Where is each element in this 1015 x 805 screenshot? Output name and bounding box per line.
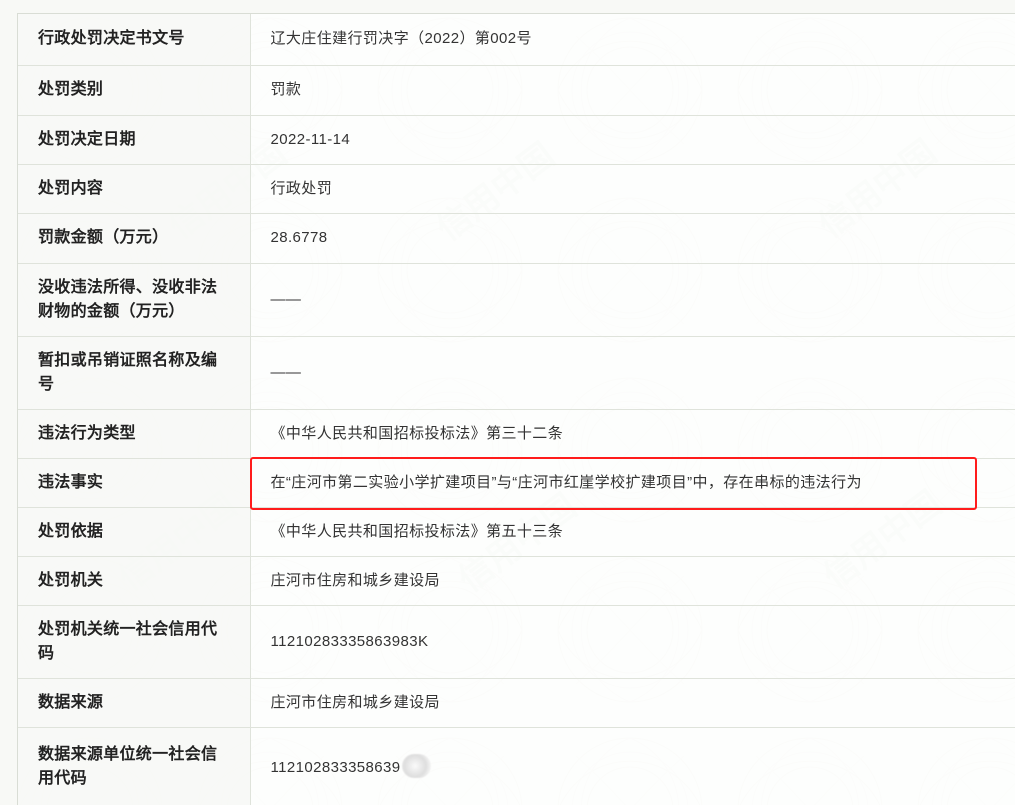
table-row: 处罚类别 罚款	[18, 65, 1015, 116]
table-row: 处罚机关 庄河市住房和城乡建设局	[18, 556, 1015, 606]
row-value: 28.6778	[250, 213, 1015, 264]
row-value: 庄河市住房和城乡建设局	[250, 556, 1015, 606]
table-row: 数据来源 庄河市住房和城乡建设局	[18, 678, 1015, 728]
row-value: 在“庄河市第二实验小学扩建项目”与“庄河市红崖学校扩建项目”中，存在串标的违法行…	[250, 458, 1015, 508]
credit-record-page: 信用中国 信用中国 信用中国 信用中国 信用中国 信用中国 行政处罚决定书文号 …	[0, 0, 1015, 805]
table-row: 行政处罚决定书文号 辽大庄住建行罚决字（2022）第002号	[18, 14, 1015, 66]
row-label: 数据来源	[18, 678, 251, 728]
row-label: 数据来源单位统一社会信用代码	[18, 727, 251, 805]
row-label: 处罚依据	[18, 507, 251, 557]
row-label: 处罚类别	[18, 65, 251, 116]
row-value: 罚款	[250, 65, 1015, 116]
credit-code-value: 112102833358639	[270, 758, 401, 776]
row-value: 2022-11-14	[250, 115, 1015, 165]
row-label: 没收违法所得、没收非法财物的金额（万元）	[18, 263, 251, 337]
row-label: 违法事实	[18, 458, 251, 508]
row-value: 11210283335863983K	[250, 605, 1015, 679]
record-detail-sheet: 行政处罚决定书文号 辽大庄住建行罚决字（2022）第002号 处罚类别 罚款 处…	[17, 13, 1015, 805]
table-row: 处罚依据 《中华人民共和国招标投标法》第五十三条	[18, 507, 1015, 557]
row-value: ——	[250, 336, 1015, 410]
row-value: ——	[250, 263, 1015, 337]
row-value: 112102833358639	[250, 727, 1015, 805]
row-value: 庄河市住房和城乡建设局	[250, 678, 1015, 728]
row-label: 处罚决定日期	[18, 115, 251, 165]
table-row: 处罚机关统一社会信用代码 11210283335863983K	[18, 605, 1015, 679]
row-label: 罚款金额（万元）	[18, 213, 251, 264]
row-label: 处罚机关	[18, 556, 251, 606]
row-label: 暂扣或吊销证照名称及编号	[18, 336, 251, 410]
table-row: 违法行为类型 《中华人民共和国招标投标法》第三十二条	[18, 409, 1015, 459]
table-row: 暂扣或吊销证照名称及编号 ——	[18, 336, 1015, 410]
row-label: 处罚机关统一社会信用代码	[18, 605, 251, 679]
row-value: 行政处罚	[250, 164, 1015, 214]
record-detail-table: 行政处罚决定书文号 辽大庄住建行罚决字（2022）第002号 处罚类别 罚款 处…	[18, 14, 1015, 805]
table-row: 没收违法所得、没收非法财物的金额（万元） ——	[18, 263, 1015, 337]
table-row: 罚款金额（万元） 28.6778	[18, 213, 1015, 264]
table-row: 处罚决定日期 2022-11-14	[18, 115, 1015, 165]
row-label: 行政处罚决定书文号	[18, 14, 251, 66]
table-row: 处罚内容 行政处罚	[18, 164, 1015, 214]
table-row: 数据来源单位统一社会信用代码 112102833358639	[18, 727, 1015, 805]
row-label: 违法行为类型	[18, 409, 251, 459]
row-value: 《中华人民共和国招标投标法》第五十三条	[250, 507, 1015, 557]
row-label: 处罚内容	[18, 164, 251, 214]
row-value: 辽大庄住建行罚决字（2022）第002号	[250, 14, 1015, 66]
row-value: 《中华人民共和国招标投标法》第三十二条	[250, 409, 1015, 459]
table-row: 违法事实 在“庄河市第二实验小学扩建项目”与“庄河市红崖学校扩建项目”中，存在串…	[18, 458, 1015, 508]
redacted-code-mask	[401, 753, 431, 778]
